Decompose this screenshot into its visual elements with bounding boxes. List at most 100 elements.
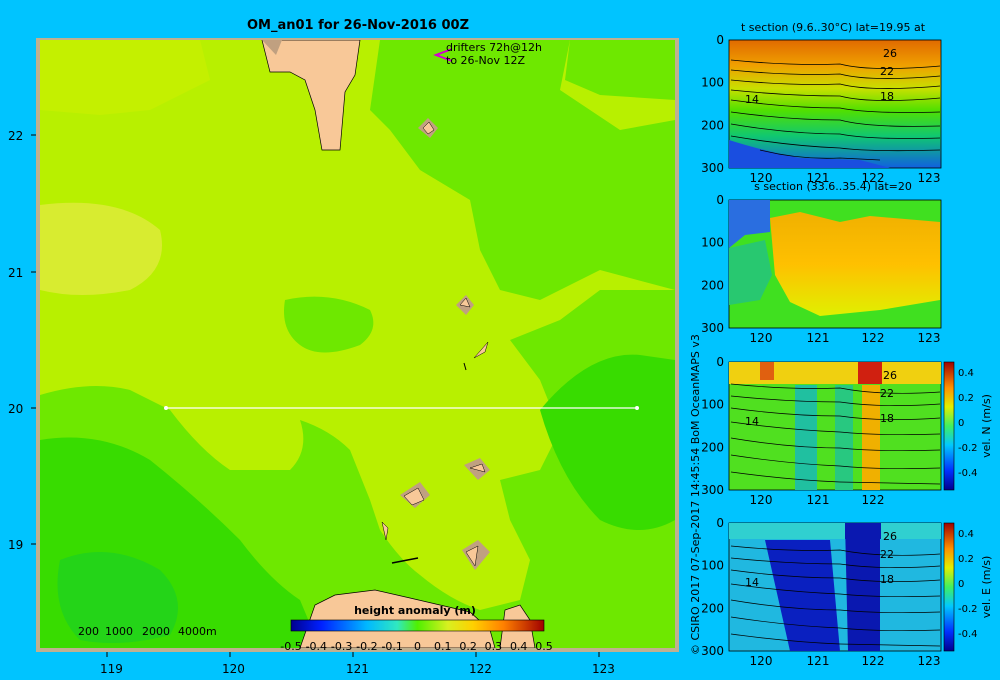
colorbar-tick-label: 0.1 (434, 640, 452, 653)
contour-label: 22 (880, 387, 894, 400)
colorbar-tick-label: 0.3 (485, 640, 503, 653)
depth-label: 2000 (142, 625, 170, 638)
section-lon-tick-label: 120 (750, 171, 773, 185)
velocity-colorbar-tick-label: 0.2 (958, 554, 974, 565)
contour-label: 18 (880, 412, 894, 425)
colorbar-tick-label: 0.2 (459, 640, 477, 653)
section-depth-tick-label: 0 (716, 355, 724, 369)
map-title: OM_an01 for 26-Nov-2016 00Z (247, 18, 469, 33)
veln-jet (858, 362, 882, 384)
section-depth-tick-label: 0 (716, 193, 724, 207)
vele-section-panel (728, 522, 955, 652)
lat-tick-label: 20 (8, 402, 23, 416)
section-depth-tick-label: 100 (701, 76, 724, 90)
section-lon-tick-label: 123 (918, 654, 941, 668)
section-depth-tick-label: 100 (701, 236, 724, 250)
contour-label: 22 (880, 65, 894, 78)
contour-label: 14 (745, 576, 759, 589)
lat-tick-label: 19 (8, 538, 23, 552)
section-lon-tick-label: 122 (862, 493, 885, 507)
contour-label: 26 (883, 530, 897, 543)
section-lon-tick-label: 121 (807, 171, 830, 185)
lon-tick-label: 119 (100, 662, 123, 676)
depth-label: 200 (78, 625, 99, 638)
veln-section-panel (728, 361, 955, 491)
colorbar-tick-label: -0.1 (381, 640, 402, 653)
contour-label: 26 (883, 47, 897, 60)
colorbar-tick-label: 0.4 (510, 640, 528, 653)
credit-text: © CSIRO 2017 07-Sep-2017 14:45:54 BoM Oc… (689, 334, 702, 655)
section-depth-tick-label: 0 (716, 516, 724, 530)
lon-axis: 119 120 121 122 123 (100, 652, 615, 676)
section-depth-tick-label: 300 (701, 644, 724, 658)
velocity-colorbar-tick-label: 0.4 (958, 368, 974, 379)
veln-band (835, 385, 853, 490)
section-end-point (635, 406, 639, 410)
section-lon-tick-label: 121 (807, 654, 830, 668)
velocity-colorbar-tick-label: 0.4 (958, 529, 974, 540)
velocity-colorbar-tick-label: 0 (958, 579, 964, 590)
section-lon-tick-label: 123 (918, 171, 941, 185)
temp-section-panel: t section (9.6..30°C) lat=19.95 at (728, 21, 942, 169)
contour-label: 22 (880, 548, 894, 561)
section-depth-tick-label: 200 (701, 118, 724, 132)
vele-westward-region (845, 523, 881, 539)
colorbar-tick-label: 0.5 (535, 640, 553, 653)
velocity-colorbar-tick-label: -0.2 (958, 443, 978, 454)
section-lon-tick-label: 120 (750, 331, 773, 345)
contour-label: 18 (880, 573, 894, 586)
velocity-colorbar-tick-label: -0.4 (958, 468, 978, 479)
salt-section-panel: s section (33.6..35.4) lat=20 (728, 180, 942, 329)
velocity-colorbar-label: vel. E (m/s) (980, 556, 993, 619)
veln-jet (760, 362, 774, 380)
depth-legend: 200 1000 2000 4000m (78, 625, 217, 638)
lon-tick-label: 122 (469, 662, 492, 676)
velocity-colorbar-tick-label: 0.2 (958, 393, 974, 404)
section-depth-tick-label: 200 (701, 440, 724, 454)
section-lon-tick-label: 122 (862, 654, 885, 668)
colorbar-ticks: -0.5 -0.4 -0.3 -0.2 -0.1 0 0.1 0.2 0.3 0.4 0.5 (280, 640, 552, 653)
vele-colorbar (943, 522, 955, 652)
temp-section-title: t section (9.6..30°C) lat=19.95 at (741, 21, 926, 34)
section-lon-tick-label: 123 (918, 331, 941, 345)
section-lon-tick-label: 120 (750, 654, 773, 668)
lon-tick-label: 120 (222, 662, 245, 676)
section-lon-tick-label: 120 (750, 493, 773, 507)
lat-axis: 22 21 20 19 (8, 129, 36, 552)
section-depth-tick-label: 0 (716, 33, 724, 47)
contour-label: 18 (880, 90, 894, 103)
section-lon-tick-label: 121 (807, 331, 830, 345)
salt-section-title: s section (33.6..35.4) lat=20 (754, 180, 912, 193)
veln-band (862, 385, 880, 490)
velocity-colorbar-tick-label: -0.2 (958, 604, 978, 615)
colorbar-tick-label: -0.3 (331, 640, 352, 653)
lon-tick-label: 123 (592, 662, 615, 676)
velocity-colorbar-label: vel. N (m/s) (980, 394, 993, 458)
lat-tick-label: 22 (8, 129, 23, 143)
colorbar-tick-label: 0 (414, 640, 421, 653)
section-depth-tick-label: 200 (701, 278, 724, 292)
velocity-colorbar-tick-label: -0.4 (958, 629, 978, 640)
colorbar-tick-label: -0.4 (306, 640, 327, 653)
depth-label: 1000 (105, 625, 133, 638)
contour-label: 26 (883, 369, 897, 382)
section-depth-tick-label: 200 (701, 601, 724, 615)
salt-high-region (770, 212, 940, 316)
contour-label: 14 (745, 415, 759, 428)
section-lon-tick-label: 122 (862, 331, 885, 345)
section-depth-tick-label: 100 (701, 398, 724, 412)
section-start-point (164, 406, 168, 410)
section-depth-tick-label: 100 (701, 559, 724, 573)
colorbar-tick-label: -0.5 (280, 640, 301, 653)
contour-label: 14 (745, 93, 759, 106)
drifters-legend-line1: drifters 72h@12h (446, 41, 542, 54)
veln-colorbar (943, 361, 955, 491)
colorbar-tick-label: -0.2 (356, 640, 377, 653)
section-depth-tick-label: 300 (701, 321, 724, 335)
drifters-legend-line2: to 26-Nov 12Z (446, 54, 525, 67)
velocity-colorbar-tick-label: 0 (958, 418, 964, 429)
section-lon-tick-label: 121 (807, 493, 830, 507)
lon-tick-label: 121 (346, 662, 369, 676)
colorbar-title: height anomaly (m) (354, 604, 476, 617)
temp-section-plot (728, 39, 942, 169)
